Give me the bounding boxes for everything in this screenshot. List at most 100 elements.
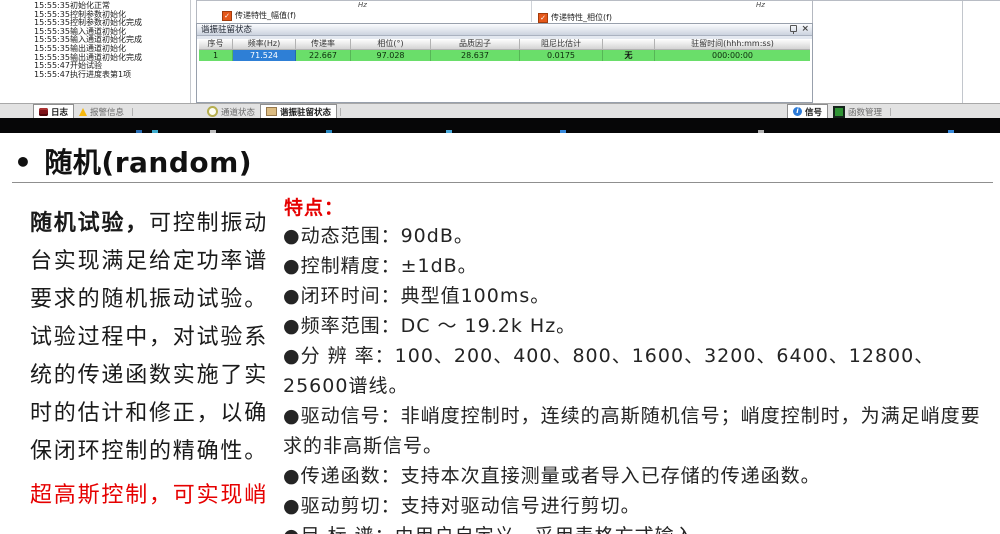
- table-cell[interactable]: 无: [603, 50, 655, 61]
- log-message: 执行进度表第1项: [70, 71, 131, 80]
- feature-item: ●控制精度：±1dB。: [283, 251, 983, 281]
- features-heading: 特点：: [284, 193, 344, 220]
- table-cell[interactable]: 28.637: [431, 50, 520, 61]
- checkbox-checked-icon[interactable]: ✓: [222, 11, 232, 21]
- section-title: • 随机(random): [14, 141, 252, 181]
- paragraph-text: 保闭环控制的精确性。: [30, 439, 268, 464]
- paragraph-text: 超高斯控制，可实现峭: [30, 483, 268, 508]
- intro-paragraph: 随机试验，可控制振动台实现满足给定功率谱要求的随机振动试验。试验过程中，对试验系…: [30, 205, 276, 515]
- title-text: 随机(random): [44, 141, 252, 181]
- title-underline: [12, 182, 993, 183]
- feature-item: ●传递函数：支持本次直接测量或者导入已存储的传递函数。: [283, 461, 983, 491]
- paragraph-line: 试验过程中，对试验系: [30, 319, 276, 357]
- tab-separator: |: [889, 107, 892, 116]
- table-cell[interactable]: 97.028: [351, 50, 431, 61]
- table-row[interactable]: 171.52422.66797.02828.6370.0175无000:00:0…: [199, 50, 810, 61]
- document-section: • 随机(random) 随机试验，可控制振动台实现满足给定功率谱要求的随机振动…: [0, 133, 1000, 534]
- table-cell[interactable]: 71.524: [233, 50, 296, 61]
- log-timestamp: 15:55:47: [34, 71, 64, 80]
- column-header: 驻留时间(hhh:mm:ss): [655, 39, 810, 50]
- pin-icon[interactable]: [790, 25, 797, 32]
- paragraph-line: 统的传递函数实施了实: [30, 357, 276, 395]
- column-header: 品质因子: [431, 39, 520, 50]
- table-cell[interactable]: 000:00:00: [655, 50, 810, 61]
- table-cell[interactable]: 1: [199, 50, 233, 61]
- tab-label: 通道状态: [221, 106, 255, 118]
- function-manager-icon: [833, 106, 845, 118]
- screenshot-root: 15:55:35初始化正常15:55:35控制参数初始化15:55:35控制参数…: [0, 0, 1000, 534]
- phase-legend-checkbox[interactable]: ✓ 传递特性_相位(f): [538, 12, 612, 23]
- signal-icon: i: [793, 107, 802, 116]
- chart-divider: [531, 1, 532, 22]
- feature-item: ●分 辨 率：100、200、400、800、1600、3200、6400、12…: [283, 341, 983, 401]
- tab-alarm-info[interactable]: 报警信息: [74, 105, 129, 118]
- feature-item: ●驱动剪切：支持对驱动信号进行剪切。: [283, 491, 983, 521]
- titlebar-buttons: ×: [790, 25, 809, 34]
- paragraph-text: 时的估计和修正，以确: [30, 401, 268, 426]
- side-tab-group: i信号 函数管理 |: [787, 105, 894, 118]
- paragraph-text: 要求的随机振动试验。: [30, 287, 268, 312]
- tab-separator: |: [339, 107, 342, 116]
- tab-label: 信号: [805, 106, 822, 118]
- resonance-dwell-icon: [266, 107, 277, 116]
- tab-log[interactable]: 日志: [33, 104, 74, 118]
- amplitude-legend-checkbox[interactable]: ✓ 传递特性_幅值(f): [222, 10, 296, 21]
- tab-separator: |: [131, 107, 134, 116]
- tab-label: 谐振驻留状态: [280, 106, 331, 118]
- legend-label: 传递特性_幅值(f): [235, 10, 296, 21]
- legend-label: 传递特性_相位(f): [551, 12, 612, 23]
- column-header: 传递率: [296, 39, 351, 50]
- paragraph-line: 台实现满足给定功率谱: [30, 243, 276, 281]
- tab-label: 函数管理: [848, 106, 882, 118]
- panel-title: 谐振驻留状态: [201, 25, 252, 35]
- log-entry: 15:55:47 执行进度表第1项: [34, 71, 186, 80]
- tab-channel-status[interactable]: 通道状态: [202, 105, 260, 118]
- bottom-tab-strip: 日志 报警信息 | 通道状态 谐振驻留状态 | i信号 函数管理 |: [0, 103, 1000, 118]
- tab-signal[interactable]: i信号: [787, 104, 828, 118]
- x-axis-unit-right: Hz: [756, 1, 765, 9]
- feature-item: ●闭环时间：典型值100ms。: [283, 281, 983, 311]
- warning-icon: [79, 108, 87, 116]
- feature-item: ●频率范围：DC ～ 19.2k Hz。: [283, 311, 983, 341]
- resonance-dwell-panel: 谐振驻留状态 × 序号频率(Hz)传递率相位(°)品质因子阻尼比估计 驻留时间(h…: [196, 23, 813, 103]
- column-header: 频率(Hz): [233, 39, 296, 50]
- right-pane-divider: [962, 1, 963, 103]
- tab-label: 报警信息: [90, 106, 124, 118]
- column-header: 阻尼比估计: [520, 39, 603, 50]
- panel-titlebar: 谐振驻留状态 ×: [197, 24, 812, 36]
- paragraph-text: 台实现满足给定功率谱: [30, 249, 268, 274]
- feature-item: ●动态范围：90dB。: [283, 221, 983, 251]
- feature-item: ●目 标 谱：由用户自定义，采用表格方式输入。: [283, 521, 983, 534]
- log-panel: 15:55:35初始化正常15:55:35控制参数初始化15:55:35控制参数…: [0, 0, 191, 103]
- features-list: ●动态范围：90dB。●控制精度：±1dB。●闭环时间：典型值100ms。●频率…: [283, 221, 983, 534]
- vibration-control-app: 15:55:35初始化正常15:55:35控制参数初始化15:55:35控制参数…: [0, 0, 1000, 133]
- table-header: 序号频率(Hz)传递率相位(°)品质因子阻尼比估计 驻留时间(hhh:mm:ss): [199, 39, 810, 50]
- paragraph-text: 试验过程中，对试验系: [30, 325, 268, 350]
- title-bullet: •: [14, 146, 32, 179]
- paragraph-line: 超高斯控制，可实现峭: [30, 477, 276, 515]
- x-axis-unit-left: Hz: [358, 1, 367, 9]
- log-list: 15:55:35初始化正常15:55:35控制参数初始化15:55:35控制参数…: [34, 2, 186, 79]
- paragraph-text: 可控制振动: [149, 211, 268, 236]
- table-cell[interactable]: 0.0175: [520, 50, 603, 61]
- top-border: [196, 0, 1000, 1]
- feature-item: ●驱动信号：非峭度控制时，连续的高斯随机信号；峭度控制时，为满足峭度要求的非高斯…: [283, 401, 983, 461]
- tab-function-manager[interactable]: 函数管理: [828, 105, 887, 118]
- paragraph-line: 时的估计和修正，以确: [30, 395, 276, 433]
- taskbar: [0, 118, 1000, 133]
- paragraph-line: 保闭环控制的精确性。: [30, 433, 276, 471]
- paragraph-bold-lead: 随机试验，: [30, 211, 149, 236]
- column-header: 序号: [199, 39, 233, 50]
- tab-label: 日志: [51, 106, 68, 118]
- column-header: 相位(°): [351, 39, 431, 50]
- paragraph-line: 要求的随机振动试验。: [30, 281, 276, 319]
- close-icon[interactable]: ×: [801, 25, 809, 34]
- paragraph-text: 统的传递函数实施了实: [30, 363, 268, 388]
- log-icon: [39, 108, 48, 116]
- log-tab-group: 日志 报警信息 |: [33, 105, 136, 118]
- checkbox-checked-icon[interactable]: ✓: [538, 13, 548, 23]
- table-cell[interactable]: 22.667: [296, 50, 351, 61]
- paragraph-line: 随机试验，可控制振动: [30, 205, 276, 243]
- tab-resonance-dwell[interactable]: 谐振驻留状态: [260, 104, 337, 118]
- channel-status-icon: [207, 106, 218, 117]
